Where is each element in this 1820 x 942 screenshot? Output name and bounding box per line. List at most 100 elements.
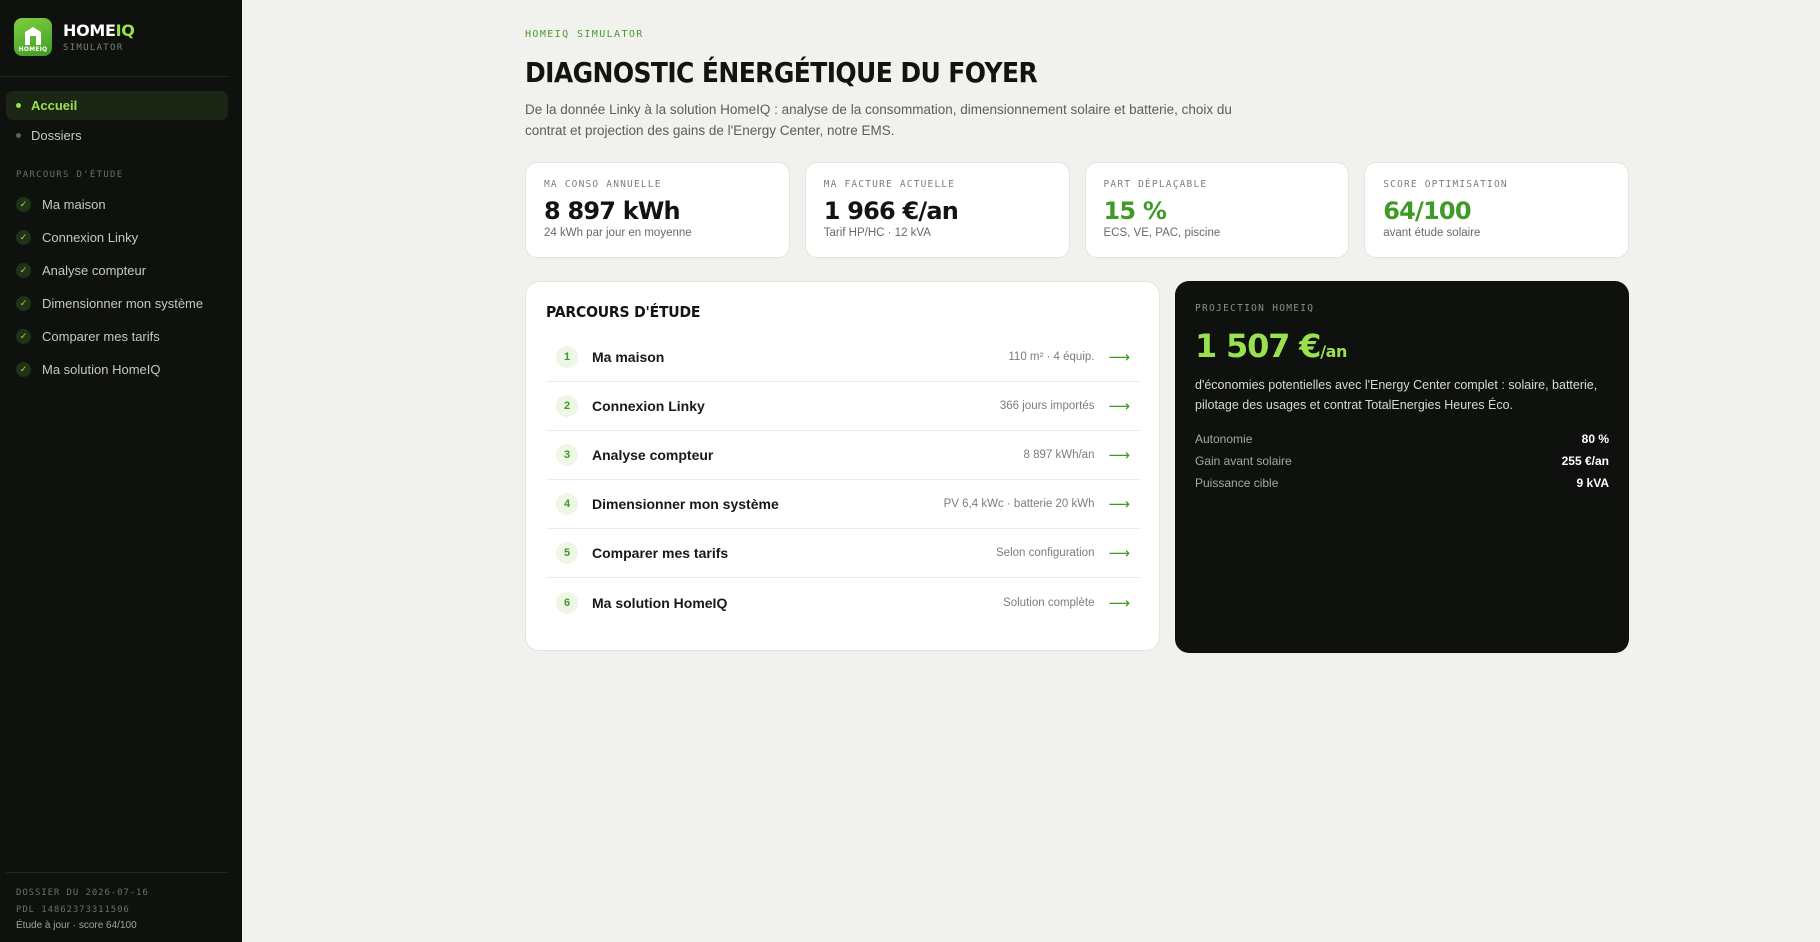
step-meta: Solution complète	[1003, 596, 1095, 609]
kpi-sub: 24 kWh par jour en moyenne	[544, 227, 692, 239]
arrow-right-icon: ⟶	[1108, 397, 1130, 415]
projection-description: d'économies potentielles avec l'Energy C…	[1195, 378, 1598, 412]
check-icon: ✓	[16, 263, 31, 278]
brand-subtitle: SIMULATOR	[63, 42, 124, 53]
kpi-label: MA CONSO ANNUELLE	[544, 179, 662, 190]
study-status: Étude à jour · score 64/100	[16, 920, 137, 931]
kpi-label: PART DÉPLAÇABLE	[1103, 179, 1208, 190]
step-number: 5	[556, 542, 578, 564]
nav-item-label: Accueil	[31, 98, 78, 113]
sidebar-step-analyse-compteur[interactable]: ✓ Analyse compteur	[6, 254, 236, 287]
sidebar-step-label: Ma maison	[42, 197, 106, 212]
sidebar-step-label: Connexion Linky	[42, 230, 139, 245]
sidebar-footer: DOSSIER DU 2026-07-16 PDL 14862373311506…	[6, 872, 228, 942]
step-number: 4	[556, 493, 578, 515]
kpi-value: 8 897 kWh	[544, 197, 681, 225]
kpi-value: 15 %	[1103, 197, 1167, 225]
main-content: HOMEIQ SIMULATOR DIAGNOSTIC ÉNERGÉTIQUE …	[242, 0, 1820, 942]
kpi-card-part-deplacable: PART DÉPLAÇABLE 15 % ECS, VE, PAC, pisci…	[1084, 162, 1350, 258]
stat-row-autonomie: Autonomie 80 %	[1195, 428, 1609, 450]
step-label: Ma maison	[592, 349, 665, 365]
step-label: Ma solution HomeIQ	[592, 594, 728, 611]
step-number: 2	[556, 395, 578, 417]
sidebar-step-dimensionner[interactable]: ✓ Dimensionner mon système	[6, 287, 236, 320]
kpi-value: 1 966 €/an	[823, 197, 959, 225]
step-number: 1	[556, 346, 578, 368]
kpi-card-conso: MA CONSO ANNUELLE 8 897 kWh 24 kWh par j…	[525, 162, 790, 258]
sidebar-step-ma-maison[interactable]: ✓ Ma maison	[6, 188, 236, 221]
stat-label: Autonomie	[1195, 432, 1253, 446]
kpi-label: SCORE OPTIMISATION	[1383, 179, 1508, 190]
journey-list: 1 Ma maison 110 m² · 4 équip. ⟶ 2 Connex…	[546, 333, 1140, 627]
kpi-label: MA FACTURE ACTUELLE	[823, 179, 956, 190]
check-icon: ✓	[16, 230, 31, 245]
arrow-right-icon: ⟶	[1108, 446, 1130, 464]
journey-title: PARCOURS D'ÉTUDE	[546, 304, 701, 322]
check-icon: ✓	[16, 296, 31, 311]
kpi-sub: avant étude solaire	[1383, 227, 1481, 239]
sidebar-step-comparer-tarifs[interactable]: ✓ Comparer mes tarifs	[6, 320, 236, 353]
main-nav: Accueil Dossiers	[0, 77, 242, 151]
check-icon: ✓	[16, 329, 31, 344]
nav-item-accueil[interactable]: Accueil	[6, 91, 228, 120]
sidebar-step-label: Ma solution HomeIQ	[42, 362, 161, 377]
page-title: DIAGNOSTIC ÉNERGÉTIQUE DU FOYER	[525, 56, 1038, 89]
sidebar-step-solution-homeiq[interactable]: ✓ Ma solution HomeIQ	[6, 353, 236, 386]
journey-card: PARCOURS D'ÉTUDE 1 Ma maison 110 m² · 4 …	[525, 281, 1160, 651]
sidebar-step-label: Analyse compteur	[42, 263, 147, 278]
sidebar: HOMEIQ HOMEIQ SIMULATOR Accueil Dossiers…	[0, 0, 242, 942]
check-icon: ✓	[16, 362, 31, 377]
projection-card: PROJECTION HOMEIQ 1 507 €/an d'économies…	[1175, 281, 1629, 653]
projection-eyebrow: PROJECTION HOMEIQ	[1195, 303, 1315, 314]
step-meta: PV 6,4 kWc · batterie 20 kWh	[943, 498, 1095, 510]
dossier-date: DOSSIER DU 2026-07-16	[16, 888, 149, 898]
step-label: Connexion Linky	[592, 398, 705, 414]
arrow-right-icon: ⟶	[1108, 348, 1130, 366]
stat-row-puissance: Puissance cible 9 kVA	[1195, 472, 1609, 494]
step-label: Analyse compteur	[592, 447, 714, 463]
brand-name: HOMEIQ	[63, 20, 135, 40]
step-label: Dimensionner mon système	[592, 496, 779, 512]
brand[interactable]: HOMEIQ HOMEIQ SIMULATOR	[0, 0, 228, 77]
step-number: 3	[556, 444, 578, 466]
stat-value: 9 kVA	[1576, 476, 1609, 490]
kpi-card-facture: MA FACTURE ACTUELLE 1 966 €/an Tarif HP/…	[804, 162, 1070, 258]
page-intro: De la donnée Linky à la solution HomeIQ …	[525, 102, 1232, 138]
kpi-row: MA CONSO ANNUELLE 8 897 kWh 24 kWh par j…	[525, 162, 1629, 258]
stat-label: Puissance cible	[1195, 476, 1279, 490]
stat-label: Gain avant solaire	[1195, 454, 1292, 468]
page-eyebrow: HOMEIQ SIMULATOR	[525, 29, 644, 40]
active-dot-icon	[16, 103, 21, 108]
step-meta: Selon configuration	[996, 547, 1095, 559]
nav-item-label: Dossiers	[31, 128, 82, 143]
journey-step-comparer-tarifs[interactable]: 5 Comparer mes tarifs Selon configuratio…	[546, 529, 1140, 578]
stat-value: 80 %	[1581, 432, 1609, 446]
nav-item-dossiers[interactable]: Dossiers	[6, 121, 228, 150]
journey-step-ma-maison[interactable]: 1 Ma maison 110 m² · 4 équip. ⟶	[546, 333, 1140, 382]
kpi-card-score: SCORE OPTIMISATION 64/100 avant étude so…	[1364, 162, 1629, 258]
sidebar-step-label: Comparer mes tarifs	[42, 329, 160, 344]
sidebar-steps: ✓ Ma maison ✓ Connexion Linky ✓ Analyse …	[0, 188, 242, 386]
arrow-right-icon: ⟶	[1108, 495, 1130, 513]
check-icon: ✓	[16, 197, 31, 212]
sidebar-step-label: Dimensionner mon système	[42, 296, 204, 311]
journey-step-analyse-compteur[interactable]: 3 Analyse compteur 8 897 kWh/an ⟶	[546, 431, 1140, 480]
step-meta: 110 m² · 4 équip.	[1008, 351, 1095, 363]
step-label: Comparer mes tarifs	[592, 545, 729, 561]
kpi-sub: Tarif HP/HC · 12 kVA	[823, 227, 931, 239]
journey-step-connexion-linky[interactable]: 2 Connexion Linky 366 jours importés ⟶	[546, 382, 1140, 431]
kpi-sub: ECS, VE, PAC, piscine	[1103, 227, 1221, 239]
journey-step-solution-homeiq[interactable]: 6 Ma solution HomeIQ Solution complète ⟶	[546, 578, 1140, 627]
sidebar-section-title: PARCOURS D'ÉTUDE	[16, 170, 124, 180]
sidebar-step-connexion-linky[interactable]: ✓ Connexion Linky	[6, 221, 236, 254]
projection-value: 1 507 €/an	[1195, 327, 1348, 365]
logo-wordmark: HOMEIQ	[18, 46, 48, 53]
pdl-number: PDL 14862373311506	[16, 905, 130, 915]
step-number: 6	[556, 591, 578, 614]
stat-row-gain: Gain avant solaire 255 €/an	[1195, 450, 1609, 472]
kpi-value: 64/100	[1383, 197, 1471, 225]
arrow-right-icon: ⟶	[1108, 593, 1130, 612]
journey-step-dimensionner[interactable]: 4 Dimensionner mon système PV 6,4 kWc · …	[546, 480, 1140, 529]
projection-stats: Autonomie 80 % Gain avant solaire 255 €/…	[1195, 428, 1609, 494]
stat-value: 255 €/an	[1561, 454, 1609, 468]
